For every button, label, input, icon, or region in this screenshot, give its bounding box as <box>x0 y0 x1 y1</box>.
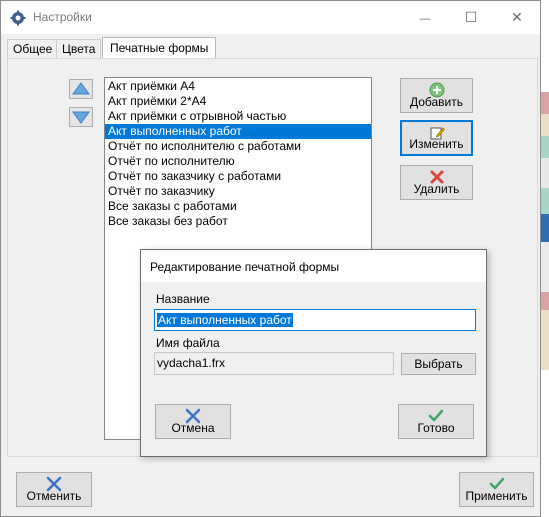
list-item[interactable]: Акт приёмки с отрывной частью <box>105 109 371 124</box>
list-item[interactable]: Все заказы с работами <box>105 199 371 214</box>
name-label: Название <box>156 292 210 306</box>
file-name-value: vydacha1.frx <box>157 356 226 370</box>
arrow-down-icon <box>72 111 90 124</box>
dialog-title-bar: Редактирование печатной формы <box>141 250 486 282</box>
browse-button-label: Выбрать <box>414 357 463 371</box>
gear-icon <box>10 10 26 26</box>
close-button[interactable]: ✕ <box>494 1 540 34</box>
file-label: Имя файла <box>156 336 220 350</box>
add-button[interactable]: Добавить <box>400 78 473 113</box>
list-item[interactable]: Отчёт по заказчику <box>105 184 371 199</box>
dialog-cancel-button[interactable]: Отмена <box>155 404 231 439</box>
apply-button-label: Применить <box>465 489 528 503</box>
dialog-cancel-label: Отмена <box>171 421 215 435</box>
edit-print-form-dialog: Редактирование печатной формы Название А… <box>140 249 487 457</box>
background-app-strip <box>541 0 549 517</box>
edit-button-label: Изменить <box>409 137 464 151</box>
tab-general[interactable]: Общее <box>7 39 59 58</box>
dialog-ok-label: Готово <box>417 421 455 435</box>
name-input[interactable]: Акт выполненных работ <box>154 309 476 331</box>
tab-label: Общее <box>13 42 53 56</box>
window-title: Настройки <box>33 10 92 24</box>
settings-window: Настройки — ☐ ✕ Общее Цвета Печатные фор… <box>0 0 541 517</box>
list-item[interactable]: Отчёт по исполнителю с работами <box>105 139 371 154</box>
minimize-button[interactable]: — <box>402 1 448 34</box>
tab-colors[interactable]: Цвета <box>56 39 102 58</box>
delete-button[interactable]: Удалить <box>400 165 473 200</box>
apply-button[interactable]: Применить <box>459 472 534 507</box>
list-item[interactable]: Отчёт по заказчику с работами <box>105 169 371 184</box>
tab-label: Цвета <box>62 42 96 56</box>
tab-print-forms[interactable]: Печатные формы <box>102 37 217 59</box>
list-item-selected[interactable]: Акт выполненных работ <box>105 124 371 139</box>
list-item[interactable]: Акт приёмки А4 <box>105 79 371 94</box>
tab-label: Печатные формы <box>110 41 209 55</box>
move-down-button[interactable] <box>69 107 93 127</box>
list-item[interactable]: Отчёт по исполнителю <box>105 154 371 169</box>
minimize-icon: — <box>419 13 431 25</box>
browse-button[interactable]: Выбрать <box>401 353 476 375</box>
cancel-settings-button[interactable]: Отменить <box>16 472 92 507</box>
file-name-field[interactable]: vydacha1.frx <box>154 352 394 375</box>
edit-button[interactable]: Изменить <box>400 120 473 156</box>
arrow-up-icon <box>72 82 90 95</box>
close-icon: ✕ <box>511 9 523 25</box>
dialog-title: Редактирование печатной формы <box>150 260 340 274</box>
move-up-button[interactable] <box>69 79 93 99</box>
list-item[interactable]: Все заказы без работ <box>105 214 371 229</box>
name-input-value: Акт выполненных работ <box>157 313 293 327</box>
cancel-settings-label: Отменить <box>26 489 82 503</box>
maximize-icon: ☐ <box>464 9 478 25</box>
list-item[interactable]: Акт приёмки 2*А4 <box>105 94 371 109</box>
dialog-ok-button[interactable]: Готово <box>398 404 474 439</box>
title-bar: Настройки — ☐ ✕ <box>1 1 540 34</box>
maximize-button[interactable]: ☐ <box>448 1 494 34</box>
delete-button-label: Удалить <box>413 182 460 196</box>
add-button-label: Добавить <box>409 95 464 109</box>
